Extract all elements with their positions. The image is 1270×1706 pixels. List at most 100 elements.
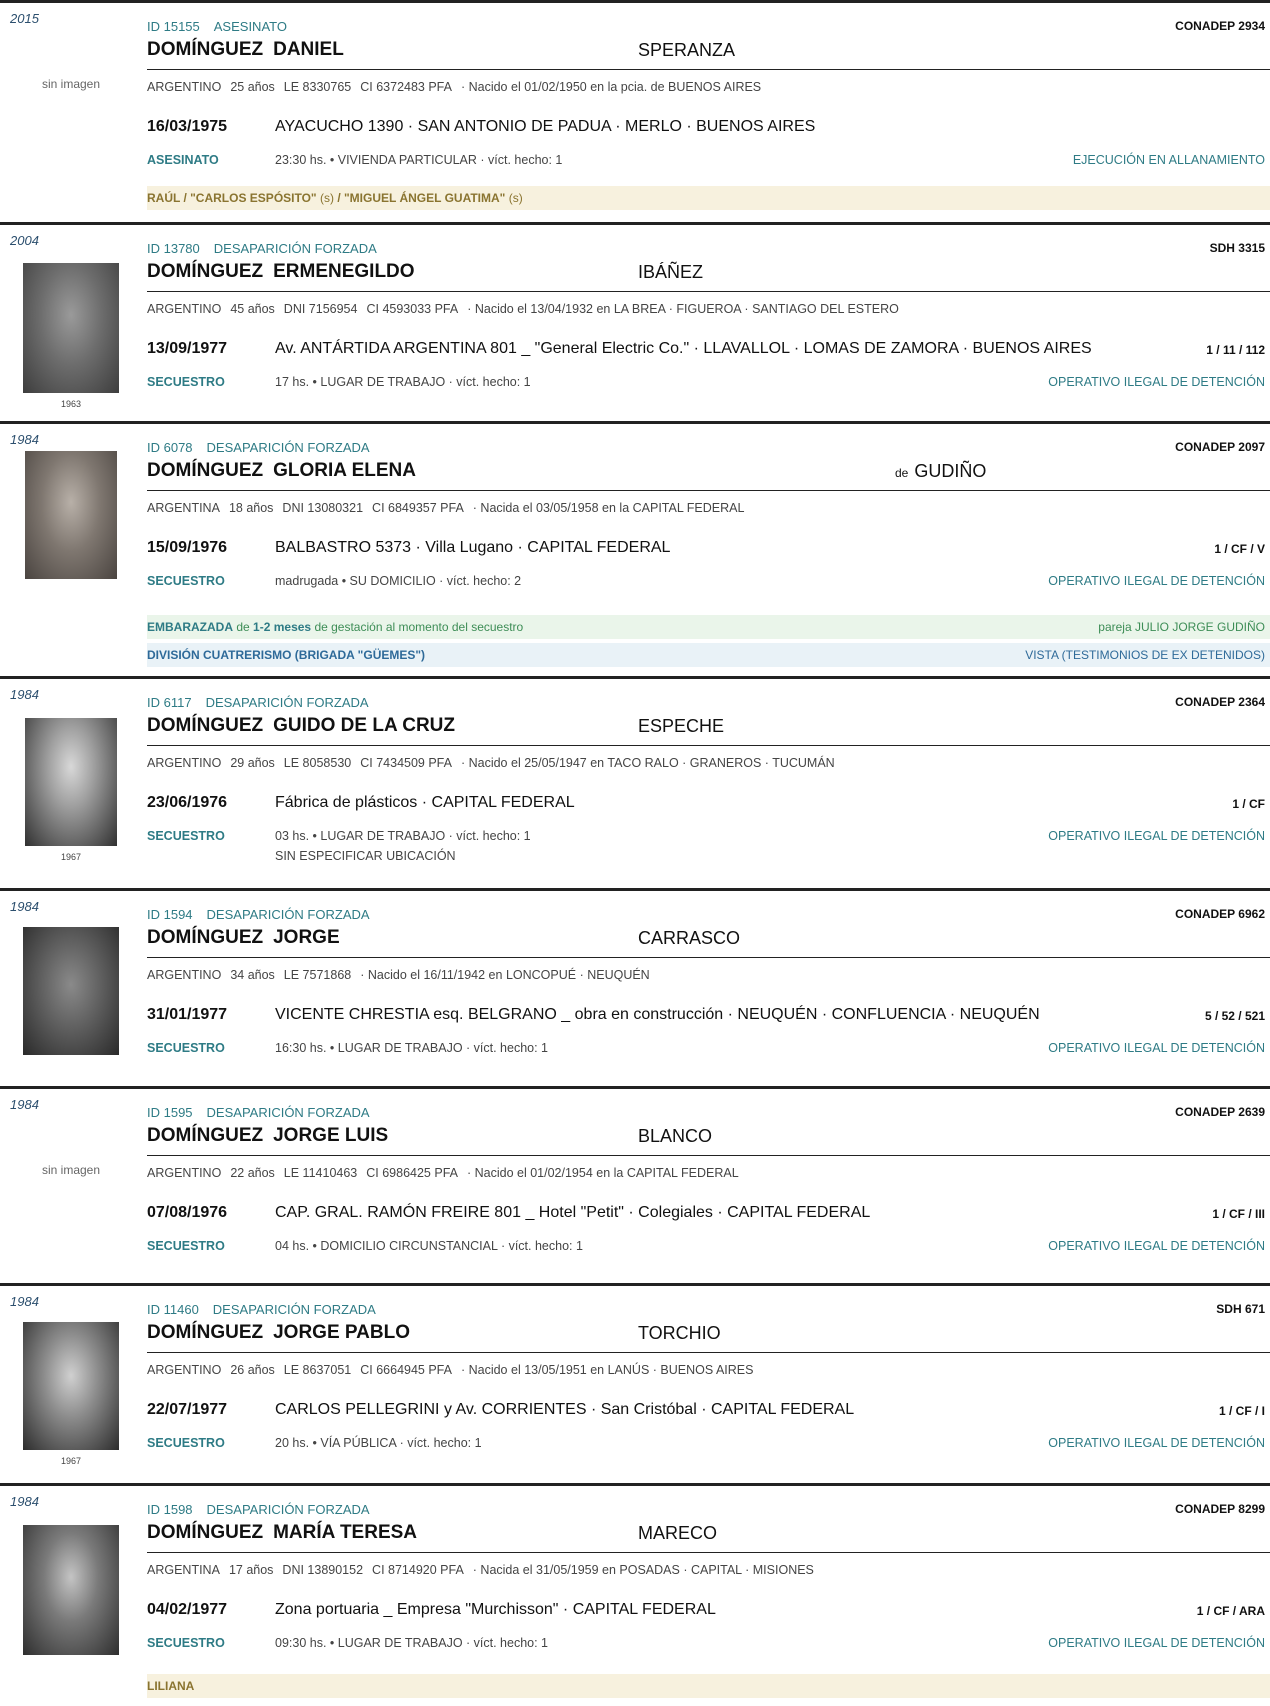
firstname: ERMENEGILDO	[273, 261, 415, 282]
portrait-photo	[25, 451, 117, 579]
nationality: ARGENTINO	[147, 756, 222, 770]
type-line: SECUESTRO 04 hs. • DOMICILIO CIRCUNSTANCI…	[147, 1239, 1270, 1253]
age: 18 años	[228, 501, 274, 515]
document-2: CI 4593033 PFA	[366, 302, 459, 316]
source-ref: CONADEP 2934	[1175, 19, 1265, 33]
birth-info: · Nacido el 25/05/1947 en TACO RALO · GR…	[460, 756, 835, 770]
portrait-photo	[25, 718, 117, 846]
event-place: Av. ANTÁRTIDA ARGENTINA 801 _ "General E…	[275, 340, 1092, 357]
partner-name: pareja JULIO JORGE GUDIÑO	[1098, 620, 1265, 634]
event-place: VICENTE CHRESTIA esq. BELGRANO _ obra en…	[275, 1006, 1040, 1023]
record-id: ID 11460	[147, 1302, 199, 1317]
event-details: 20 hs. • VÍA PÚBLICA · víct. hecho: 1	[275, 1436, 482, 1450]
record-year: 1984	[10, 1294, 39, 1309]
surname: DOMÍNGUEZ	[147, 1522, 264, 1543]
event-type: SECUESTRO	[147, 1041, 225, 1055]
alias-mid: / "MIGUEL ÁNGEL GUATIMA"	[337, 191, 506, 205]
record-id: ID 6117	[147, 695, 192, 710]
nationality: ARGENTINA	[147, 1563, 220, 1577]
pregnancy-label: EMBARAZADA	[147, 620, 233, 634]
record-category: DESAPARICIÓN FORZADA	[206, 440, 370, 455]
nationality: ARGENTINO	[147, 80, 222, 94]
married-name: GUDIÑO	[914, 461, 987, 481]
no-image-label: sin imagen	[41, 1163, 101, 1177]
event-code: 1 / CF	[1232, 797, 1265, 811]
event-details: 09:30 hs. • LUGAR DE TRABAJO · víct. hec…	[275, 1636, 549, 1650]
operation-type: OPERATIVO ILEGAL DE DETENCIÓN	[1048, 1636, 1265, 1650]
event-type: SECUESTRO	[147, 574, 225, 588]
maternal-surname: TORCHIO	[638, 1323, 721, 1343]
surname: DOMÍNGUEZ	[147, 1322, 264, 1343]
maternal-surname: CARRASCO	[638, 928, 741, 948]
source-ref: CONADEP 6962	[1175, 907, 1265, 921]
bio-line: ARGENTINA 18 años DNI 13080321 CI 6849357 P…	[147, 501, 1270, 515]
event-type: SECUESTRO	[147, 375, 225, 389]
surname: DOMÍNGUEZ	[147, 39, 264, 60]
bio-line: ARGENTINA 17 años DNI 13890152 CI 8714920 P…	[147, 1563, 1270, 1577]
event-place: CARLOS PELLEGRINI y Av. CORRIENTES · San…	[275, 1401, 855, 1418]
record-year: 1984	[10, 1494, 39, 1509]
firstname: JORGE	[273, 927, 340, 948]
pregnancy-de: de	[236, 620, 250, 634]
event-code: 5 / 52 / 521	[1204, 1009, 1265, 1023]
record-year: 1984	[10, 1097, 39, 1112]
record-category: DESAPARICIÓN FORZADA	[213, 241, 377, 256]
record-dominguez-jorge-luis: 1984 sin imagen ID 1595 DESAPARICIÓN FORZ…	[0, 1086, 1270, 1283]
event-date: 13/09/1977	[147, 340, 228, 357]
name-line: DOMÍNGUEZ JORGE CARRASCO	[147, 927, 1270, 958]
event-code: 1 / CF / V	[1214, 542, 1265, 556]
birth-info: · Nacido el 13/05/1951 en LANÚS · BUENOS…	[460, 1363, 754, 1377]
birth-info: · Nacido el 16/11/1942 en LONCOPUÉ · NEU…	[360, 968, 650, 982]
event-place: BALBASTRO 5373 · Villa Lugano · CAPITAL …	[275, 539, 671, 556]
name-line: DOMÍNGUEZ DANIEL SPERANZA	[147, 39, 1270, 70]
event-code: 1 / CF / ARA	[1196, 1604, 1265, 1618]
photo-column	[10, 451, 132, 579]
surname: DOMÍNGUEZ	[147, 261, 264, 282]
record-dominguez-jorge: 1984 ID 1594 DESAPARICIÓN FORZADA CONADEP…	[0, 888, 1270, 1086]
record-category: DESAPARICIÓN FORZADA	[206, 907, 370, 922]
document-2: CI 8714920 PFA	[372, 1563, 464, 1577]
nationality: ARGENTINO	[147, 968, 222, 982]
record-id: ID 1594	[147, 907, 193, 922]
record-category: DESAPARICIÓN FORZADA	[212, 1302, 376, 1317]
pregnancy-text: de gestación al momento del secuestro	[314, 620, 524, 634]
event-details: madrugada • SU DOMICILIO · víct. hecho: …	[275, 574, 522, 588]
record-year: 1984	[10, 687, 39, 702]
type-line: SECUESTRO 16:30 hs. • LUGAR DE TRABAJO · …	[147, 1041, 1270, 1055]
bio-line: ARGENTINO 45 años DNI 7156954 CI 4593033 PF…	[147, 302, 1270, 316]
event-date: 16/03/1975	[147, 118, 228, 135]
nationality: ARGENTINA	[147, 501, 220, 515]
photo-year: 1967	[60, 1456, 82, 1466]
event-details: 17 hs. • LUGAR DE TRABAJO · víct. hecho:…	[275, 375, 531, 389]
type-line: SECUESTRO 20 hs. • VÍA PÚBLICA · víct. he…	[147, 1436, 1270, 1450]
firstname: JORGE PABLO	[273, 1322, 410, 1343]
event-date: 31/01/1977	[147, 1006, 228, 1023]
event-type: SECUESTRO	[147, 829, 225, 843]
operation-type: OPERATIVO ILEGAL DE DETENCIÓN	[1048, 1239, 1265, 1253]
unit-source: VISTA (TESTIMONIOS DE EX DETENIDOS)	[1025, 648, 1265, 662]
birth-info: · Nacida el 03/05/1958 en la CAPITAL FED…	[472, 501, 745, 515]
source-ref: SDH 3315	[1209, 241, 1265, 255]
event-code: 1 / 11 / 112	[1206, 343, 1265, 357]
photo-column: 1967	[10, 718, 132, 862]
photo-column	[10, 1525, 132, 1655]
record-id: ID 6078	[147, 440, 193, 455]
event-line: 22/07/1977 CARLOS PELLEGRINI y Av. CORRIE…	[147, 1401, 1270, 1419]
portrait-photo	[23, 263, 119, 393]
name-line: DOMÍNGUEZ JORGE LUIS BLANCO	[147, 1125, 1270, 1156]
age: 17 años	[228, 1563, 274, 1577]
operation-type: OPERATIVO ILEGAL DE DETENCIÓN	[1048, 574, 1265, 588]
event-line: 16/03/1975 AYACUCHO 1390 · SAN ANTONIO DE…	[147, 118, 1270, 136]
record-dominguez-guido: 1984 1967 ID 6117 DESAPARICIÓN FORZADA CO…	[0, 676, 1270, 888]
event-line: 23/06/1976 Fábrica de plásticos · CAPITAL…	[147, 794, 1270, 812]
id-line: ID 6078 DESAPARICIÓN FORZADA	[147, 440, 1270, 455]
photo-year: 1963	[60, 399, 82, 409]
age: 34 años	[230, 968, 275, 982]
id-line: ID 1594 DESAPARICIÓN FORZADA	[147, 907, 1270, 922]
record-dominguez-jorge-pablo: 1984 1967 ID 11460 DESAPARICIÓN FORZADA S…	[0, 1283, 1270, 1483]
bio-line: ARGENTINO 29 años LE 8058530 CI 7434509 PFA…	[147, 756, 1270, 770]
record-id: ID 1598	[147, 1502, 193, 1517]
event-type: ASESINATO	[147, 153, 219, 167]
record-year: 2015	[10, 11, 39, 26]
event-code: 1 / CF / III	[1212, 1207, 1265, 1221]
